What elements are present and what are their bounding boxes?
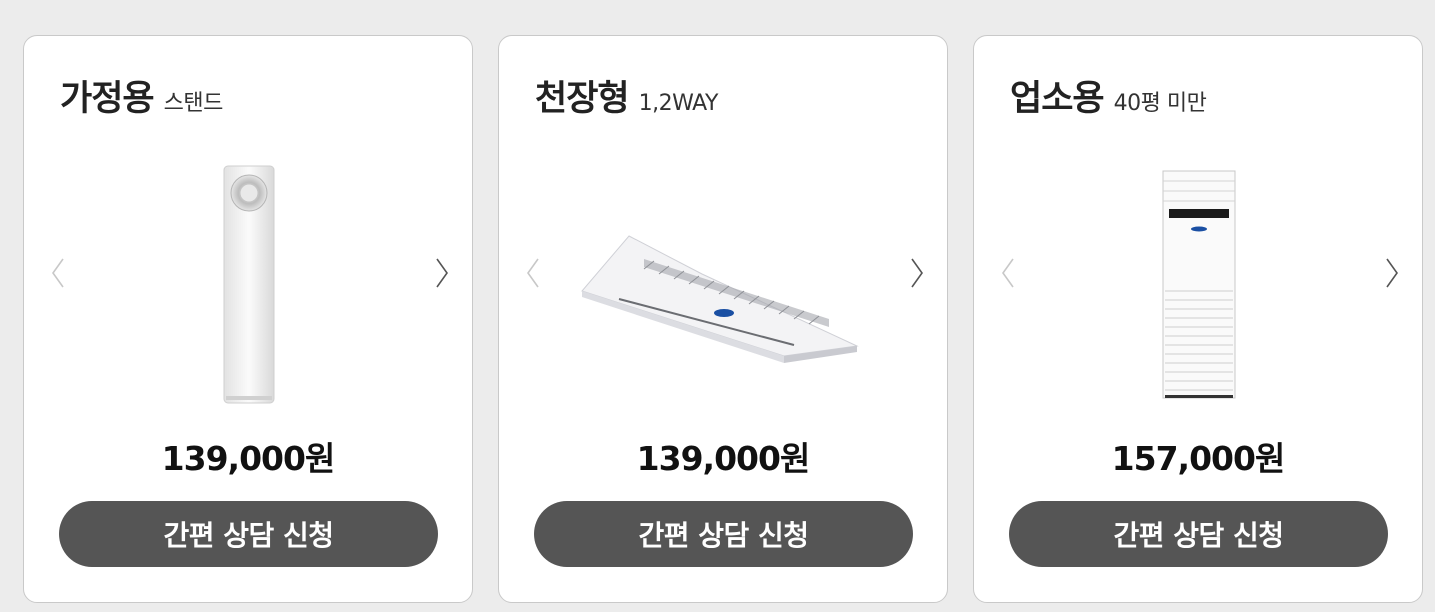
- product-card-home-standing: 가정용 스탠드 139,000원 간편 상담 신청: [23, 35, 473, 603]
- card-title: 가정용: [60, 79, 155, 119]
- chevron-right-icon[interactable]: [905, 258, 929, 288]
- chevron-left-icon[interactable]: [46, 258, 70, 288]
- chevron-left-icon[interactable]: [996, 258, 1020, 288]
- quick-consultation-button[interactable]: 간편 상담 신청: [534, 501, 913, 567]
- product-image-standing-ac: [99, 141, 399, 421]
- chevron-right-icon[interactable]: [430, 258, 454, 288]
- card-title: 천장형: [535, 79, 630, 119]
- product-price: 157,000원: [1111, 439, 1286, 478]
- card-title-row: 가정용 스탠드: [60, 70, 223, 121]
- chevron-right-icon[interactable]: [1380, 258, 1404, 288]
- card-title-row: 업소용 40평 미만: [1010, 70, 1207, 121]
- product-card-ceiling: 천장형 1,2WAY 139,000원 간편 상담 신청: [498, 35, 948, 603]
- card-subtitle: 40평 미만: [1113, 91, 1207, 116]
- product-price: 139,000원: [636, 439, 811, 478]
- card-title-row: 천장형 1,2WAY: [535, 70, 718, 121]
- card-subtitle: 스탠드: [163, 91, 224, 116]
- product-card-grid: 가정용 스탠드 139,000원 간편 상담 신청 천장형 1,2WAY 139…: [0, 0, 1435, 612]
- quick-consultation-button[interactable]: 간편 상담 신청: [59, 501, 438, 567]
- product-card-commercial: 업소용 40평 미만 157,000원 간편 상담 신청: [973, 35, 1423, 603]
- card-subtitle: 1,2WAY: [638, 91, 719, 116]
- product-price: 139,000원: [161, 439, 336, 478]
- quick-consultation-button[interactable]: 간편 상담 신청: [1009, 501, 1388, 567]
- product-image-commercial-ac: [1049, 141, 1349, 421]
- card-title: 업소용: [1010, 79, 1105, 119]
- chevron-left-icon[interactable]: [521, 258, 545, 288]
- product-image-ceiling-ac: [574, 141, 874, 421]
